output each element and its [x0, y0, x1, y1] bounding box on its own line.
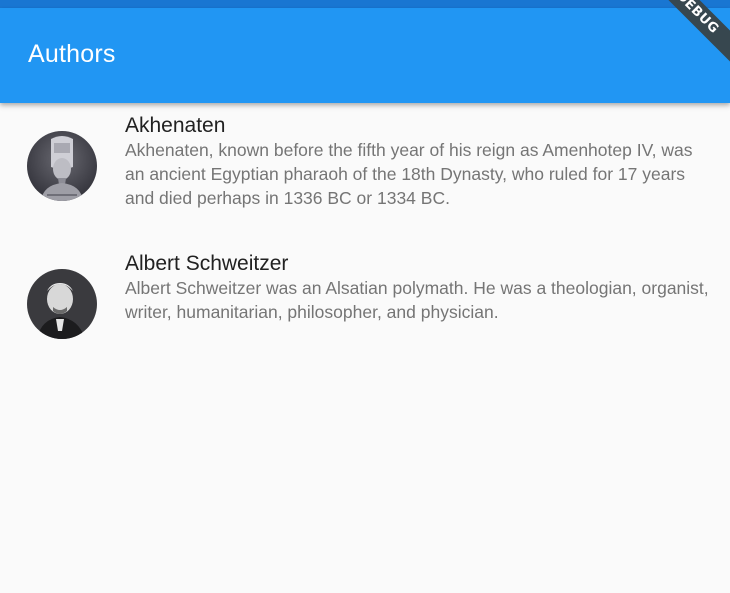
author-description: Akhenaten, known before the fifth year o…: [125, 140, 693, 208]
author-name: Akhenaten: [125, 114, 226, 137]
app-bar: Authors: [0, 8, 730, 103]
author-name: Albert Schweitzer: [125, 252, 289, 275]
avatar-schweitzer-icon: [27, 269, 97, 339]
list-item-akhenaten[interactable]: Akhenaten Akhenaten, known before the fi…: [0, 103, 730, 241]
list-item-albert-schweitzer[interactable]: Albert Schweitzer Albert Schweitzer was …: [0, 241, 730, 361]
page-title: Authors: [28, 40, 116, 68]
app-window: Authors DEBUG Akhenaten Akhenaten, known…: [0, 0, 730, 593]
author-description: Albert Schweitzer was an Alsatian polyma…: [125, 278, 709, 322]
list-item-text: Albert Schweitzer Albert Schweitzer was …: [125, 251, 715, 324]
list-item-text: Akhenaten Akhenaten, known before the fi…: [125, 113, 715, 210]
status-bar: [0, 0, 730, 8]
avatar-akhenaten-icon: [27, 131, 97, 201]
authors-list: Akhenaten Akhenaten, known before the fi…: [0, 103, 730, 361]
